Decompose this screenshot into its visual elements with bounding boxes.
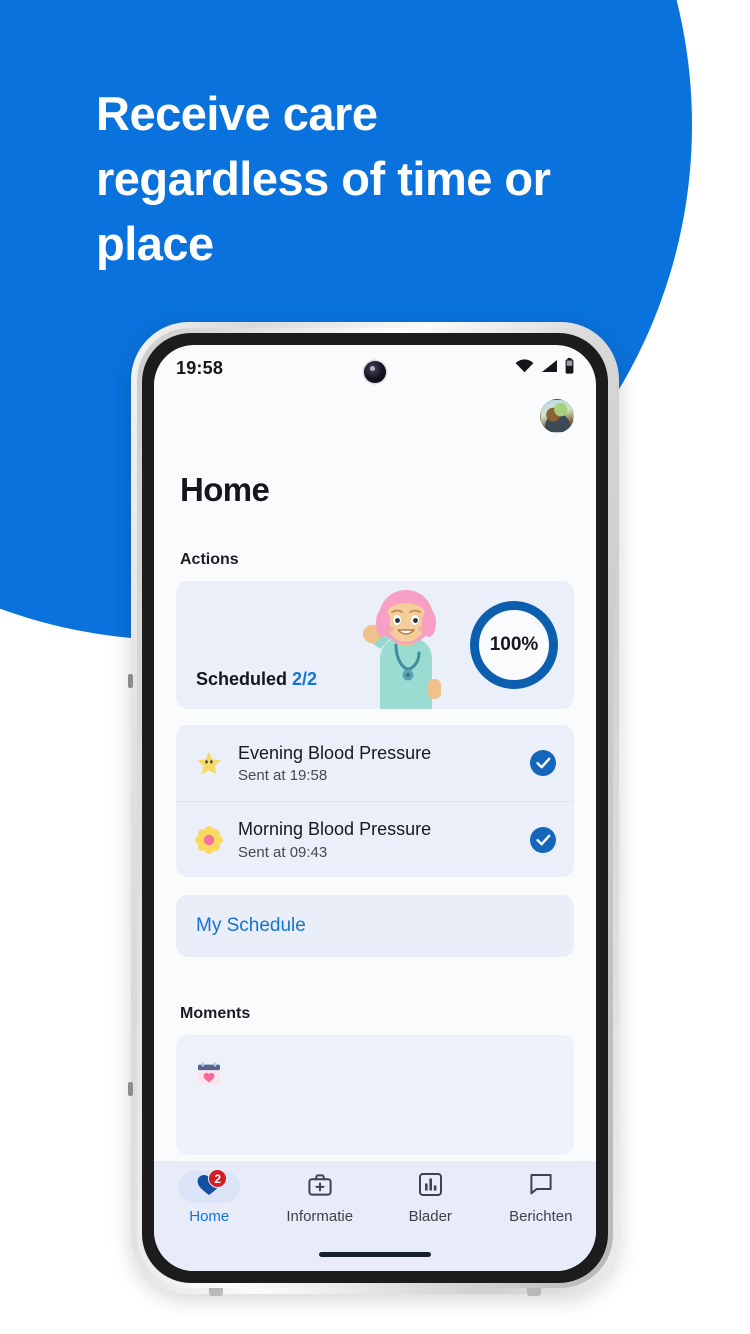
- task-text: Evening Blood Pressure Sent at 19:58: [238, 742, 516, 785]
- promo-headline: Receive care regardless of time or place: [96, 87, 551, 270]
- my-schedule-button[interactable]: My Schedule: [176, 895, 574, 957]
- progress-percent: 100%: [489, 634, 539, 655]
- table-row[interactable]: Morning Blood Pressure Sent at 09:43: [176, 801, 574, 877]
- nav-label-home: Home: [189, 1208, 230, 1225]
- phone-power-button: [128, 1082, 133, 1096]
- nav-label-berichten: Berichten: [509, 1208, 573, 1225]
- check-circle-icon: [530, 750, 556, 776]
- scheduled-progress-card[interactable]: Scheduled 2/2 100%: [176, 581, 574, 709]
- bottom-navigation: 2 Home Informatie Blader Berichten: [154, 1161, 596, 1271]
- phone-mockup: 19:58 Home Actions Scheduled 2/2 100% Ev…: [128, 322, 619, 1296]
- home-indicator: [319, 1252, 431, 1257]
- blossom-icon: [194, 825, 224, 854]
- task-list: Evening Blood Pressure Sent at 19:58 Mor…: [176, 725, 574, 877]
- app-content: Home Actions Scheduled 2/2 100% Evening …: [154, 391, 596, 1271]
- task-subtitle: Sent at 09:43: [238, 843, 328, 861]
- status-bar-time: 19:58: [176, 357, 224, 378]
- phone-screen: 19:58 Home Actions Scheduled 2/2 100% Ev…: [154, 345, 596, 1271]
- nurse-illustration: [363, 590, 441, 709]
- chat-bubble-icon: [528, 1172, 554, 1202]
- page-title: Home: [180, 471, 270, 508]
- profile-avatar[interactable]: [540, 399, 574, 433]
- avatar-row: [154, 391, 596, 433]
- task-title: Evening Blood Pressure: [238, 742, 432, 763]
- medical-bag-icon: [307, 1172, 333, 1203]
- scheduled-status: Scheduled 2/2: [196, 669, 317, 690]
- home-badge-count: 2: [208, 1169, 228, 1188]
- nav-label-blader: Blader: [408, 1208, 452, 1225]
- wifi-icon: [515, 358, 534, 378]
- section-label-moments: Moments: [180, 1005, 251, 1022]
- front-camera-icon: [364, 361, 386, 383]
- glowing-star-icon: [194, 749, 224, 777]
- cellular-signal-icon: [541, 359, 558, 378]
- task-title: Morning Blood Pressure: [238, 819, 432, 840]
- moments-card[interactable]: [176, 1035, 574, 1155]
- scheduled-count: 2/2: [292, 669, 318, 689]
- bar-chart-icon: [418, 1172, 443, 1202]
- status-bar-icons: [515, 357, 574, 379]
- task-subtitle: Sent at 19:58: [238, 767, 328, 785]
- table-row[interactable]: Evening Blood Pressure Sent at 19:58: [176, 725, 574, 801]
- phone-bezel: 19:58 Home Actions Scheduled 2/2 100% Ev…: [142, 333, 608, 1283]
- nav-item-berichten[interactable]: Berichten: [486, 1171, 597, 1271]
- battery-icon: [565, 357, 574, 379]
- nav-item-home[interactable]: 2 Home: [154, 1169, 265, 1271]
- my-schedule-label: My Schedule: [196, 915, 306, 936]
- scheduled-label: Scheduled: [196, 669, 288, 689]
- phone-frame-inner: 19:58 Home Actions Scheduled 2/2 100% Ev…: [137, 328, 613, 1288]
- promo-screenshot: Receive care regardless of time or place…: [0, 0, 750, 1334]
- calendar-heart-icon: [196, 1062, 222, 1093]
- phone-frame-detail-left: [209, 1287, 223, 1296]
- phone-frame-detail-right: [527, 1287, 541, 1296]
- progress-ring: 100%: [470, 601, 558, 689]
- section-label-actions: Actions: [180, 551, 239, 568]
- phone-volume-button: [128, 674, 133, 688]
- nav-label-informatie: Informatie: [286, 1208, 354, 1225]
- check-circle-icon: [530, 826, 556, 853]
- task-text: Morning Blood Pressure Sent at 09:43: [238, 818, 516, 861]
